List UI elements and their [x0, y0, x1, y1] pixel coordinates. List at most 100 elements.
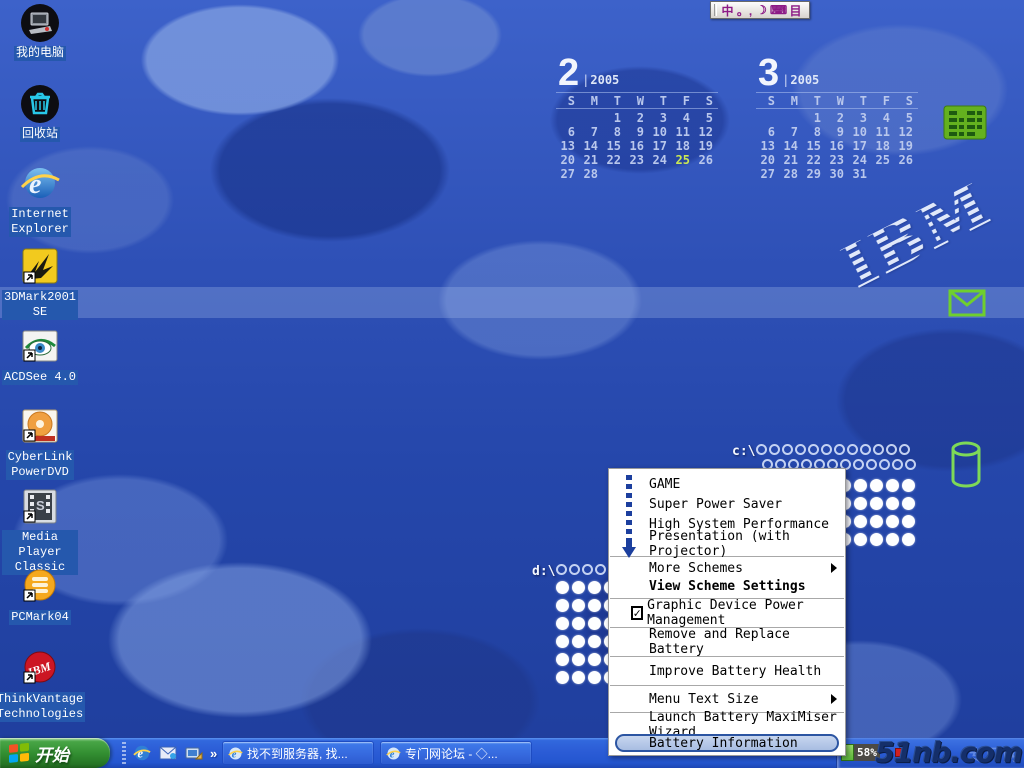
- calendar-day: 25: [671, 153, 694, 167]
- calendar-day: 21: [779, 153, 802, 167]
- internet-explorer-icon: e: [19, 163, 61, 205]
- menu-item-more-schemes[interactable]: More Schemes: [609, 559, 845, 577]
- menu-item-improve-battery-health[interactable]: Improve Battery Health: [609, 659, 845, 683]
- punctuation-icon[interactable]: 。,: [737, 3, 752, 17]
- disk-used-dot: [556, 671, 569, 684]
- disk-used-dot: [854, 515, 867, 528]
- menu-item-super-power-saver[interactable]: Super Power Saver: [609, 494, 845, 514]
- calendar-weekday-header: S: [894, 94, 917, 108]
- calendar-day: 28: [579, 167, 602, 181]
- menu-item-remove-and-replace-battery[interactable]: Remove and Replace Battery: [609, 630, 845, 654]
- quick-launch-overflow-chevron[interactable]: »: [210, 746, 217, 761]
- disk-used-dot: [572, 599, 585, 612]
- taskbar-window-1[interactable]: e 找不到服务器, 找...: [222, 741, 374, 765]
- taskbar-window-2[interactable]: e 专门网论坛 - ◇...: [380, 741, 532, 765]
- desktop-icon-my-computer[interactable]: 我的电脑: [2, 2, 78, 61]
- quick-launch-handle[interactable]: [122, 742, 126, 764]
- calendar-day: [779, 111, 802, 125]
- battery-tray-indicator[interactable]: 58%: [841, 744, 880, 761]
- desktop-icon-mpc[interactable]: SMedia Player Classic: [2, 486, 78, 575]
- menu-item-label: View Scheme Settings: [649, 579, 806, 594]
- ie-quick-icon[interactable]: e: [132, 743, 152, 763]
- calendar-day: 15: [602, 139, 625, 153]
- menu-item-graphic-device-power-management[interactable]: ✓Graphic Device Power Management: [609, 601, 845, 625]
- start-button[interactable]: 开始: [0, 738, 110, 768]
- calendar-day: 13: [756, 139, 779, 153]
- disk-used-dot: [572, 635, 585, 648]
- calendar-day: 14: [579, 139, 602, 153]
- menu-item-game[interactable]: GAME: [609, 474, 845, 494]
- disk-used-dot: [870, 533, 883, 546]
- disk-used-dot: [556, 653, 569, 666]
- thinkvantage-icon: IBM: [19, 648, 61, 690]
- disk-used-dot: [886, 533, 899, 546]
- disk-used-dot: [902, 533, 915, 546]
- calendar-weekday-header: M: [579, 94, 602, 108]
- desktop-icon-3dmark2001[interactable]: 3DMark2001 SE: [2, 246, 78, 320]
- ime-language-bar[interactable]: 中。,☽⌨目: [710, 1, 810, 19]
- calendar-day: [648, 167, 671, 181]
- menu-item-label: Menu Text Size: [649, 692, 759, 707]
- calendar-weekday-header: S: [556, 94, 579, 108]
- calendar-day: 26: [894, 153, 917, 167]
- calendar-day: 15: [802, 139, 825, 153]
- disk-free-dot: [905, 459, 916, 470]
- pcmark04-icon: [19, 566, 61, 608]
- start-button-label: 开始: [35, 741, 69, 766]
- soft-keyboard-icon[interactable]: ⌨: [771, 3, 786, 17]
- menu-item-label: Super Power Saver: [649, 497, 782, 512]
- desktop-icon-pcmark04[interactable]: PCMark04: [2, 566, 78, 625]
- calendar-day: 27: [556, 167, 579, 181]
- desktop-icon-acdsee[interactable]: ACDSee 4.0: [2, 326, 78, 385]
- calendar-day: 22: [602, 153, 625, 167]
- calendar-weekday-header: M: [779, 94, 802, 108]
- menu-item-presentation-with-projector[interactable]: Presentation (with Projector): [609, 534, 845, 554]
- taskbar: 开始 e » e 找不到服务器, 找... e 专门网论坛 - ◇... 58%…: [0, 738, 1024, 768]
- menu-item-battery-information[interactable]: Battery Information: [615, 734, 839, 752]
- disk-free-dot: [756, 444, 767, 455]
- calendar-day: 10: [848, 125, 871, 139]
- calendar-day: [871, 167, 894, 181]
- svg-text:S: S: [36, 498, 45, 513]
- wallpaper-band: [0, 287, 1024, 318]
- menu-item-launch-battery-maximiser-wizard[interactable]: Launch Battery MaxiMiser Wizard: [609, 715, 845, 734]
- calendar-day: 30: [825, 167, 848, 181]
- calendar-day: 29: [802, 167, 825, 181]
- calendar-day: 6: [556, 125, 579, 139]
- calendar-weekday-header: S: [694, 94, 717, 108]
- calendar-day: 8: [802, 125, 825, 139]
- checkbox-icon[interactable]: ✓: [631, 606, 643, 620]
- half-moon-icon[interactable]: ☽: [754, 3, 769, 17]
- desktop-icon-recycle-bin[interactable]: 回收站: [2, 83, 78, 142]
- desktop-icon-thinkvantage[interactable]: IBMThinkVantage Technologies: [2, 648, 78, 722]
- show-desktop-icon[interactable]: [184, 743, 204, 763]
- menu-item-label: Battery Information: [649, 736, 798, 751]
- tray-status-icon[interactable]: [895, 748, 904, 757]
- calendar-day: 5: [694, 111, 717, 125]
- calendar-day: 12: [694, 125, 717, 139]
- calendar-weekday-header: T: [602, 94, 625, 108]
- calendar-march: 32005SMTWTFS1234567891011121314151617181…: [756, 54, 918, 181]
- menu-separator: [610, 685, 844, 686]
- menu-item-menu-text-size[interactable]: Menu Text Size: [609, 688, 845, 710]
- 3dmark2001-icon: [19, 246, 61, 288]
- disk-used-dot: [870, 497, 883, 510]
- disk-used-dot: [902, 479, 915, 492]
- ime-menu-icon[interactable]: 目: [788, 3, 803, 17]
- disk-used-dot: [556, 617, 569, 630]
- menu-item-view-scheme-settings[interactable]: View Scheme Settings: [609, 577, 845, 596]
- ime-grip-handle[interactable]: [714, 4, 717, 16]
- calendar-day: 9: [625, 125, 648, 139]
- disk-free-dot: [595, 564, 606, 575]
- disk-used-dot: [886, 497, 899, 510]
- desktop-icon-internet-explorer[interactable]: eInternet Explorer: [2, 163, 78, 237]
- desktop-icon-powerdvd[interactable]: CyberLink PowerDVD: [2, 406, 78, 480]
- menu-item-label: More Schemes: [649, 561, 743, 576]
- disk-free-dot: [866, 459, 877, 470]
- c-drive-label: c:\: [732, 444, 755, 459]
- calendar-weekday-header: T: [648, 94, 671, 108]
- disk-free-dot: [879, 459, 890, 470]
- outlook-express-icon[interactable]: [158, 743, 178, 763]
- chinese-mode-icon[interactable]: 中: [720, 3, 735, 17]
- svg-text:e: e: [138, 747, 144, 761]
